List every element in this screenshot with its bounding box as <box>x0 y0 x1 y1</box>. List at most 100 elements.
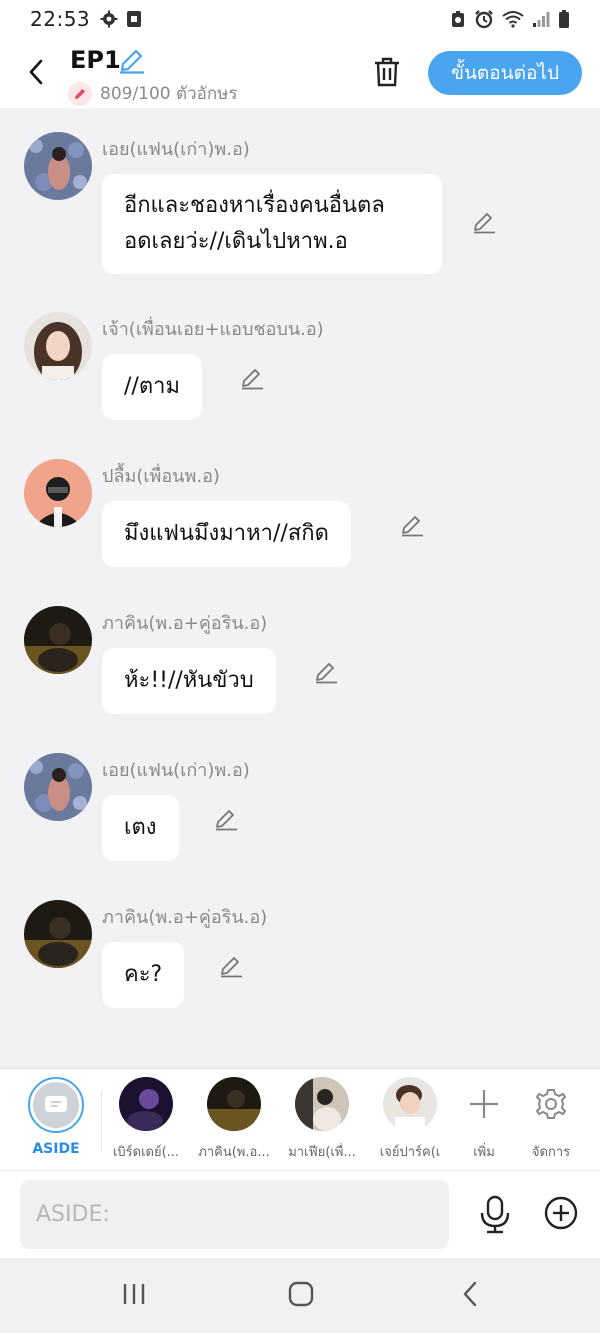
cast-member-name: มาเฟีย(เพื่... <box>288 1145 356 1160</box>
home-button[interactable] <box>287 1280 315 1312</box>
cast-member[interactable]: ภาคิน(พ.อ... <box>194 1077 274 1162</box>
message-input[interactable]: ASIDE: <box>20 1180 449 1249</box>
battery-icon <box>559 10 569 28</box>
chat-area: เอย(แฟน(เก่า)พ.อ) อีกและชองหาเรื่องคนอื่… <box>0 108 600 1068</box>
add-media-button[interactable] <box>543 1195 579 1235</box>
comment-icon <box>45 1096 67 1112</box>
system-nav-bar <box>0 1258 600 1333</box>
edit-message-button[interactable] <box>314 662 338 688</box>
pencil-icon <box>221 957 242 978</box>
screenshot-icon <box>127 11 142 27</box>
chevron-left-icon <box>463 1281 477 1307</box>
speaker-name: เจ้า(เพื่อนเอย+แอบชอบน.อ) <box>102 319 324 340</box>
avatar-image <box>24 132 92 200</box>
avatar[interactable] <box>24 900 92 968</box>
speaker-name: ภาคิน(พ.อ+คู่อริน.อ) <box>102 613 268 634</box>
avatar-image <box>24 459 92 527</box>
edit-message-button[interactable] <box>214 809 238 835</box>
recent-apps-button[interactable] <box>120 1280 148 1312</box>
edit-message-button[interactable] <box>472 212 496 238</box>
microphone-icon <box>480 1195 510 1234</box>
pencil-icon <box>216 810 237 831</box>
cast-bar: ASIDE เบิร์ดเดย์(... ภาคิน(พ.อ... มาเฟีย… <box>0 1068 600 1170</box>
avatar <box>383 1077 437 1131</box>
pencil-icon <box>402 516 423 537</box>
pencil-icon <box>120 49 144 74</box>
message-bubble[interactable]: เตง <box>102 795 179 861</box>
delete-button[interactable] <box>372 56 402 92</box>
avatar[interactable] <box>24 753 92 821</box>
message-bubble[interactable]: ห้ะ!!//หันขัวบ <box>102 648 276 714</box>
input-bar: ASIDE: <box>0 1170 600 1258</box>
avatar-image <box>24 900 92 968</box>
avatar-image <box>24 606 92 674</box>
signal-icon <box>533 12 550 27</box>
character-counter: 809/100 ตัวอักษร <box>68 80 237 107</box>
speaker-name: เอย(แฟน(เก่า)พ.อ) <box>102 139 250 160</box>
wifi-icon <box>502 11 524 28</box>
avatar-image <box>24 312 92 380</box>
header: EP1 809/100 ตัวอักษร ขั้นตอนต่อไป <box>0 38 600 108</box>
aside-label: ASIDE <box>32 1141 80 1157</box>
trash-icon <box>375 57 399 87</box>
edit-message-button[interactable] <box>240 368 264 394</box>
message-line: อีกและชองหาเรื่องคนอื่นตล <box>124 193 385 218</box>
cast-member[interactable]: เจย์ปาร์ค(เ <box>370 1077 450 1162</box>
message-bubble[interactable]: คะ? <box>102 942 185 1008</box>
avatar[interactable] <box>24 312 92 380</box>
cast-member-name: ภาคิน(พ.อ... <box>198 1145 270 1160</box>
edit-message-button[interactable] <box>400 515 424 541</box>
speaker-name: เอย(แฟน(เก่า)พ.อ) <box>102 760 250 781</box>
manage-label: จัดการ <box>531 1145 571 1160</box>
recent-apps-icon <box>123 1284 145 1304</box>
status-time: 22:53 <box>30 7 91 31</box>
avatar-image <box>24 753 92 821</box>
status-bar: 22:53 <box>0 0 600 38</box>
battery-saver-icon <box>452 11 464 27</box>
divider <box>101 1091 102 1151</box>
message-line: มึงแฟนมึงมาหา//สกิด <box>124 521 329 546</box>
avatar <box>119 1077 173 1131</box>
gear-icon <box>535 1089 567 1119</box>
avatar[interactable] <box>24 132 92 200</box>
voice-button[interactable] <box>478 1195 512 1239</box>
cast-member[interactable]: เบิร์ดเดย์(... <box>106 1077 186 1162</box>
back-button[interactable] <box>18 54 54 90</box>
message-bubble[interactable]: มึงแฟนมึงมาหา//สกิด <box>102 501 351 567</box>
message-line: คะ? <box>124 962 163 987</box>
pencil-icon <box>474 213 495 234</box>
message-line: อดเลยว่ะ//เดินไปหาพ.อ <box>124 229 348 254</box>
manage-button[interactable]: จัดการ <box>511 1077 591 1162</box>
pencil-icon <box>75 88 85 99</box>
edit-message-button[interactable] <box>219 956 243 982</box>
message-line: //ตาม <box>124 374 180 399</box>
avatar <box>207 1077 261 1131</box>
avatar[interactable] <box>24 606 92 674</box>
aside-avatar <box>28 1077 84 1133</box>
pencil-icon <box>242 369 263 390</box>
edit-title-button[interactable] <box>118 48 146 78</box>
message-bubble[interactable]: อีกและชองหาเรื่องคนอื่นตล อดเลยว่ะ//เดิน… <box>102 174 442 274</box>
plus-circle-icon <box>544 1196 578 1230</box>
gear-icon <box>100 10 118 28</box>
alarm-icon <box>475 10 493 29</box>
avatar[interactable] <box>24 459 92 527</box>
pencil-icon <box>316 663 337 684</box>
back-nav-button[interactable] <box>458 1280 482 1312</box>
chevron-left-icon <box>29 59 43 85</box>
aside-selector[interactable]: ASIDE <box>16 1077 96 1157</box>
home-icon <box>288 1281 314 1307</box>
cast-member[interactable]: มาเฟีย(เพื่... <box>282 1077 362 1162</box>
message-bubble[interactable]: //ตาม <box>102 354 202 420</box>
speaker-name: ปลื้ม(เพื่อนพ.อ) <box>102 466 220 487</box>
avatar <box>295 1077 349 1131</box>
plus-icon <box>470 1090 498 1118</box>
episode-title: EP1 <box>70 46 121 74</box>
counter-text: 809/100 ตัวอักษร <box>100 84 238 104</box>
next-step-button[interactable]: ขั้นตอนต่อไป <box>428 51 582 95</box>
cast-member-name: เบิร์ดเดย์(... <box>112 1145 180 1160</box>
message-line: ห้ะ!!//หันขัวบ <box>124 668 254 693</box>
message-line: เตง <box>124 815 157 840</box>
speaker-name: ภาคิน(พ.อ+คู่อริน.อ) <box>102 907 268 928</box>
cast-member-name: เจย์ปาร์ค(เ <box>379 1145 441 1160</box>
